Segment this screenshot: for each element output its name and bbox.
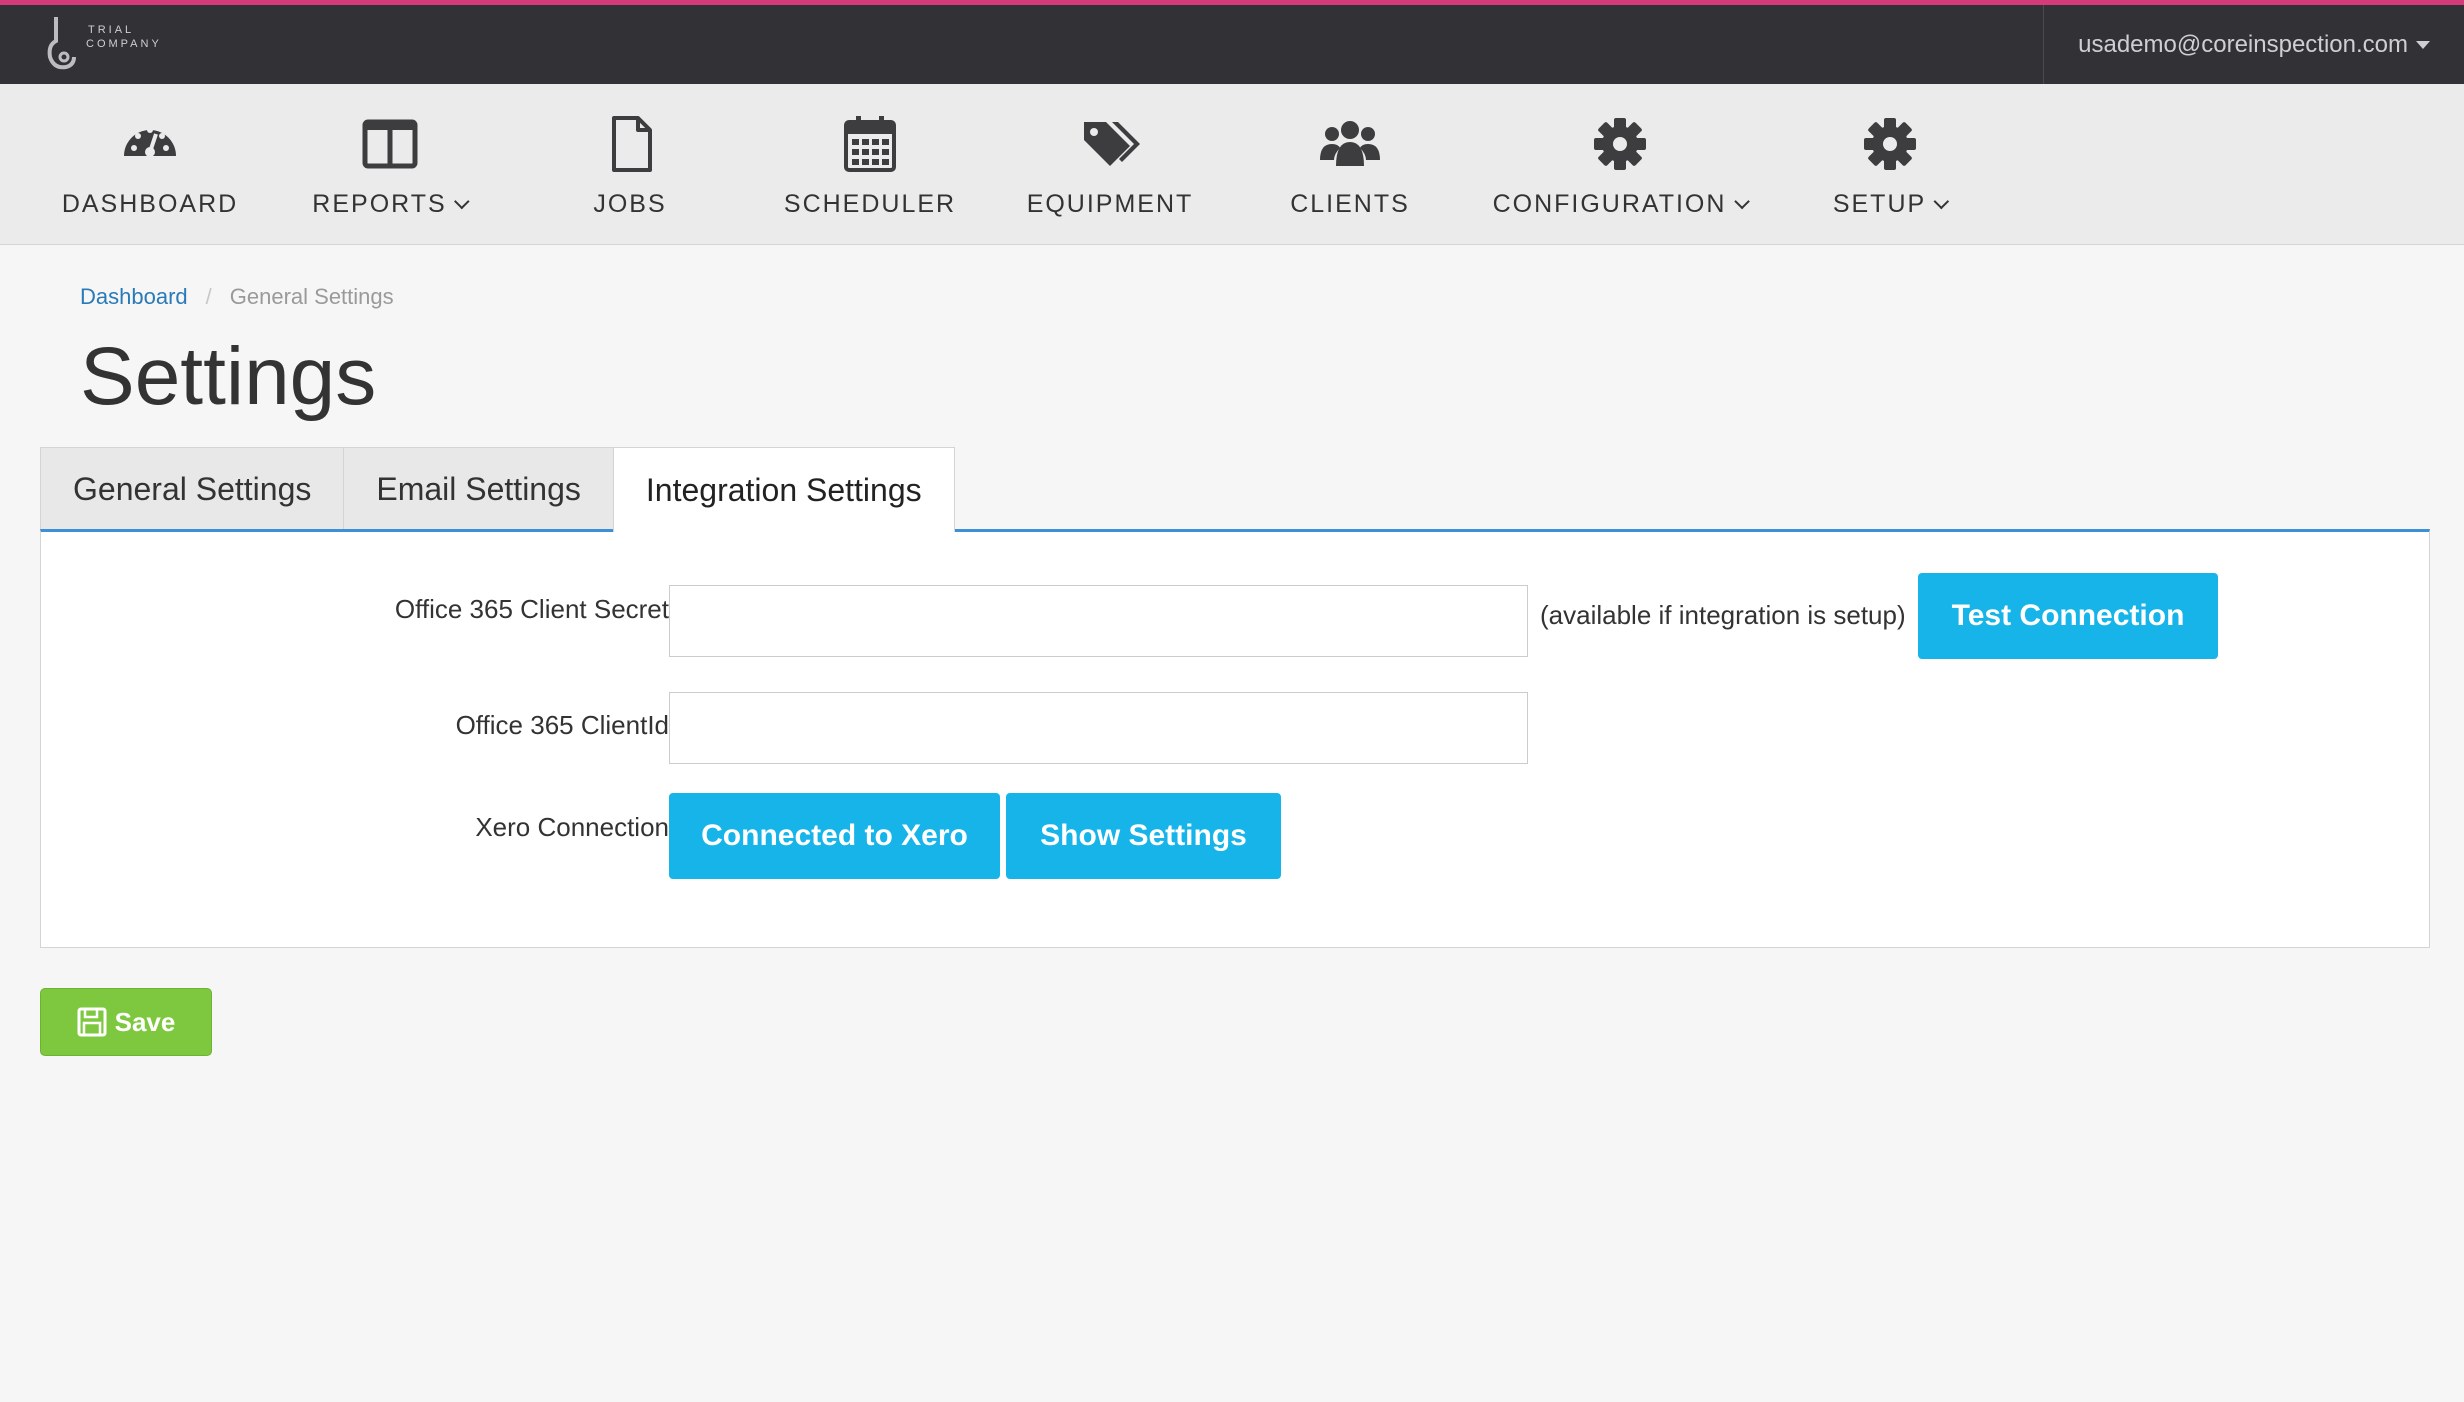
gear-icon — [1594, 118, 1646, 170]
integration-settings-panel: Office 365 Client Secret (available if i… — [40, 529, 2430, 948]
nav-label: EQUIPMENT — [1026, 190, 1194, 218]
logo-text: TRIAL COMPANY — [86, 23, 162, 51]
nav-setup[interactable]: SETUP — [1790, 84, 1990, 245]
nav-label: SCHEDULER — [783, 190, 957, 218]
caret-down-icon — [2416, 40, 2430, 49]
nav-label: SETUP — [1833, 190, 1950, 219]
user-email: usademo@coreinspection.com — [2078, 30, 2408, 58]
availability-hint: (available if integration is setup) — [1540, 600, 1906, 630]
save-label: Save — [114, 1006, 176, 1037]
tab-integration-settings[interactable]: Integration Settings — [612, 447, 955, 532]
nav-configuration[interactable]: CONFIGURATION — [1470, 84, 1770, 245]
office365-client-secret-input[interactable] — [669, 585, 1528, 657]
breadcrumb-separator: / — [205, 284, 212, 309]
client-id-label: Office 365 ClientId — [455, 710, 669, 740]
nav-dashboard[interactable]: DASHBOARD — [50, 84, 250, 245]
logo-line-trial: TRIAL — [88, 24, 135, 36]
nav-label: CLIENTS — [1290, 190, 1410, 218]
tab-email-settings[interactable]: Email Settings — [343, 447, 614, 531]
breadcrumb-current: General Settings — [229, 284, 394, 309]
top-bar: TRIAL COMPANY usademo@coreinspection.com — [0, 0, 2464, 84]
columns-icon — [362, 119, 418, 169]
nav-equipment[interactable]: EQUIPMENT — [1010, 84, 1210, 245]
tab-general-settings[interactable]: General Settings — [40, 447, 345, 531]
breadcrumb: Dashboard / General Settings — [80, 284, 394, 310]
dashboard-gauge-icon — [124, 127, 176, 157]
gear-icon — [1864, 118, 1916, 170]
nav-jobs[interactable]: JOBS — [530, 84, 730, 245]
connected-to-xero-button[interactable]: Connected to Xero — [669, 793, 1000, 879]
nav-label: CONFIGURATION — [1493, 190, 1750, 219]
xero-connection-label: Xero Connection — [475, 812, 669, 842]
settings-tabs: General Settings Email Settings Integrat… — [40, 447, 955, 532]
office365-client-id-input[interactable] — [669, 692, 1528, 764]
main-nav: DASHBOARD REPORTS JOBS SCHEDULER EQUIPME… — [0, 84, 2464, 245]
client-secret-label: Office 365 Client Secret — [394, 594, 669, 624]
nav-label: DASHBOARD — [61, 190, 239, 218]
users-icon — [1320, 121, 1380, 166]
nav-reports[interactable]: REPORTS — [290, 84, 490, 245]
user-menu[interactable]: usademo@coreinspection.com — [2043, 5, 2464, 84]
test-connection-button[interactable]: Test Connection — [1918, 573, 2218, 659]
breadcrumb-dashboard-link[interactable]: Dashboard — [80, 284, 188, 310]
tags-icon — [1084, 122, 1140, 166]
floppy-disk-icon — [77, 1007, 107, 1037]
show-settings-button[interactable]: Show Settings — [1006, 793, 1281, 879]
nav-label: REPORTS — [312, 190, 470, 219]
chevron-down-icon — [454, 193, 470, 210]
page-title: Settings — [80, 331, 377, 422]
calendar-icon — [844, 116, 896, 172]
nav-clients[interactable]: CLIENTS — [1250, 84, 1450, 245]
nav-label: JOBS — [593, 190, 667, 218]
chevron-down-icon — [1734, 193, 1750, 210]
chevron-down-icon — [1933, 193, 1950, 210]
logo-line-company: COMPANY — [86, 38, 162, 50]
save-button[interactable]: Save — [40, 988, 212, 1056]
file-icon — [612, 116, 652, 172]
nav-scheduler[interactable]: SCHEDULER — [770, 84, 970, 245]
